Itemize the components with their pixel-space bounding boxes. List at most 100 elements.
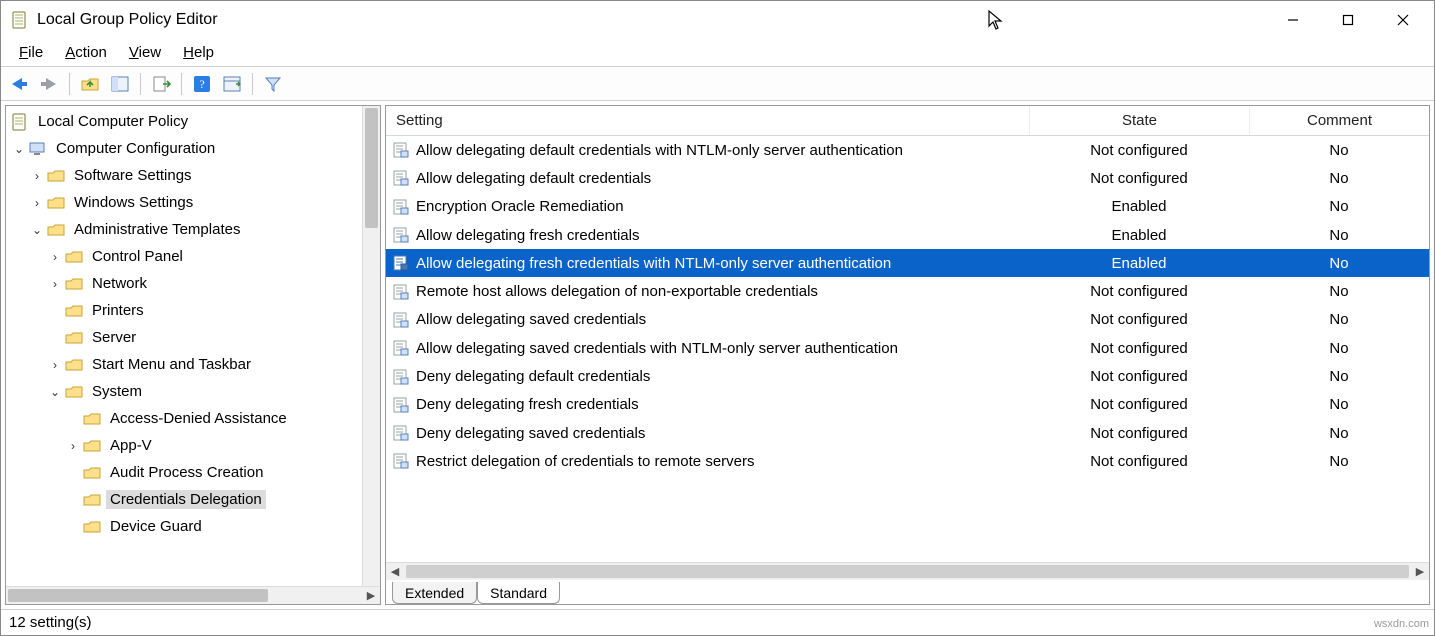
menu-action[interactable]: Action bbox=[55, 42, 117, 63]
setting-state: Not configured bbox=[1029, 283, 1249, 300]
help-button[interactable]: ? bbox=[188, 70, 216, 98]
list-row[interactable]: Allow delegating saved credentialsNot co… bbox=[386, 306, 1429, 334]
tree-label: Credentials Delegation bbox=[106, 490, 266, 509]
svg-text:?: ? bbox=[199, 77, 204, 91]
menu-file[interactable]: File bbox=[9, 42, 53, 63]
tree-label: Control Panel bbox=[88, 247, 187, 266]
tree-label: Computer Configuration bbox=[52, 139, 219, 158]
setting-comment: No bbox=[1249, 311, 1429, 328]
tree-node-computer-configuration[interactable]: ⌄ Computer Configuration bbox=[6, 135, 380, 162]
tree-node-software-settings[interactable]: › Software Settings bbox=[6, 162, 380, 189]
tree-node-server[interactable]: Server bbox=[6, 324, 380, 351]
expand-toggle[interactable]: ⌄ bbox=[10, 142, 28, 156]
tab-standard[interactable]: Standard bbox=[477, 582, 560, 604]
list-row[interactable]: Deny delegating saved credentialsNot con… bbox=[386, 419, 1429, 447]
folder-icon bbox=[46, 221, 66, 239]
nav-forward-button[interactable] bbox=[35, 70, 63, 98]
toolbar: ? bbox=[1, 67, 1434, 101]
tree-vertical-scrollbar[interactable] bbox=[362, 106, 380, 586]
tree-node-start-menu-taskbar[interactable]: › Start Menu and Taskbar bbox=[6, 351, 380, 378]
list-row[interactable]: Remote host allows delegation of non-exp… bbox=[386, 277, 1429, 305]
workspace: Local Computer Policy ⌄ Computer Configu… bbox=[1, 101, 1434, 609]
setting-name: Restrict delegation of credentials to re… bbox=[416, 453, 755, 470]
show-hide-tree-button[interactable] bbox=[106, 70, 134, 98]
minimize-button[interactable] bbox=[1265, 1, 1320, 39]
tree-view[interactable]: Local Computer Policy ⌄ Computer Configu… bbox=[6, 106, 380, 586]
tree-node-network[interactable]: › Network bbox=[6, 270, 380, 297]
setting-comment: No bbox=[1249, 368, 1429, 385]
folder-icon bbox=[64, 302, 84, 320]
tree-node-control-panel[interactable]: › Control Panel bbox=[6, 243, 380, 270]
expand-toggle[interactable]: ⌄ bbox=[28, 223, 46, 237]
tab-extended[interactable]: Extended bbox=[392, 582, 477, 604]
tree-label: Administrative Templates bbox=[70, 220, 244, 239]
close-button[interactable] bbox=[1375, 1, 1430, 39]
column-header-comment[interactable]: Comment bbox=[1249, 106, 1429, 135]
policy-root-icon bbox=[10, 113, 30, 131]
expand-toggle[interactable]: › bbox=[28, 196, 46, 210]
list-row[interactable]: Restrict delegation of credentials to re… bbox=[386, 447, 1429, 475]
setting-state: Not configured bbox=[1029, 142, 1249, 159]
list-horizontal-scrollbar[interactable]: ◀▶ bbox=[386, 562, 1429, 580]
expand-toggle[interactable]: › bbox=[46, 250, 64, 264]
setting-state: Enabled bbox=[1029, 255, 1249, 272]
menu-view[interactable]: View bbox=[119, 42, 171, 63]
menu-help[interactable]: Help bbox=[173, 42, 224, 63]
tree-label: Audit Process Creation bbox=[106, 463, 267, 482]
tree-root[interactable]: Local Computer Policy bbox=[6, 108, 380, 135]
list-row[interactable]: Encryption Oracle RemediationEnabledNo bbox=[386, 193, 1429, 221]
policy-setting-icon bbox=[392, 396, 410, 414]
tree-node-printers[interactable]: Printers bbox=[6, 297, 380, 324]
tree-node-system[interactable]: ⌄ System bbox=[6, 378, 380, 405]
folder-icon bbox=[64, 329, 84, 347]
list-row[interactable]: Allow delegating fresh credentialsEnable… bbox=[386, 221, 1429, 249]
details-view-button[interactable] bbox=[218, 70, 246, 98]
column-header-state[interactable]: State bbox=[1029, 106, 1249, 135]
tree-node-access-denied-assistance[interactable]: Access-Denied Assistance bbox=[6, 405, 380, 432]
list-row[interactable]: Allow delegating saved credentials with … bbox=[386, 334, 1429, 362]
setting-name: Allow delegating fresh credentials with … bbox=[416, 255, 891, 272]
tree-node-audit-process-creation[interactable]: Audit Process Creation bbox=[6, 459, 380, 486]
nav-back-button[interactable] bbox=[5, 70, 33, 98]
list-body[interactable]: Allow delegating default credentials wit… bbox=[386, 136, 1429, 562]
setting-name: Allow delegating default credentials bbox=[416, 170, 651, 187]
expand-toggle[interactable]: › bbox=[46, 277, 64, 291]
list-row[interactable]: Deny delegating default credentialsNot c… bbox=[386, 362, 1429, 390]
setting-name: Deny delegating default credentials bbox=[416, 368, 650, 385]
tree-label: Device Guard bbox=[106, 517, 206, 536]
tree-node-app-v[interactable]: › App-V bbox=[6, 432, 380, 459]
menubar: File Action View Help bbox=[1, 39, 1434, 67]
tree-label: Server bbox=[88, 328, 140, 347]
column-header-setting[interactable]: Setting bbox=[386, 106, 1029, 135]
expand-toggle[interactable]: › bbox=[46, 358, 64, 372]
policy-setting-icon bbox=[392, 169, 410, 187]
export-list-button[interactable] bbox=[147, 70, 175, 98]
expand-toggle[interactable]: ⌄ bbox=[46, 385, 64, 399]
list-row[interactable]: Deny delegating fresh credentialsNot con… bbox=[386, 391, 1429, 419]
status-text: 12 setting(s) bbox=[9, 614, 92, 631]
titlebar: Local Group Policy Editor bbox=[1, 1, 1434, 39]
expand-toggle[interactable]: › bbox=[28, 169, 46, 183]
expand-toggle[interactable]: › bbox=[64, 439, 82, 453]
tree-pane: Local Computer Policy ⌄ Computer Configu… bbox=[5, 105, 381, 605]
policy-setting-icon bbox=[392, 452, 410, 470]
tree-horizontal-scrollbar[interactable]: ▶ bbox=[6, 586, 380, 604]
setting-name: Deny delegating saved credentials bbox=[416, 425, 645, 442]
statusbar: 12 setting(s) bbox=[1, 609, 1434, 635]
setting-state: Not configured bbox=[1029, 396, 1249, 413]
list-row[interactable]: Allow delegating default credentials wit… bbox=[386, 136, 1429, 164]
tree-node-administrative-templates[interactable]: ⌄ Administrative Templates bbox=[6, 216, 380, 243]
tree-node-windows-settings[interactable]: › Windows Settings bbox=[6, 189, 380, 216]
tree-label: Windows Settings bbox=[70, 193, 197, 212]
list-row[interactable]: Allow delegating fresh credentials with … bbox=[386, 249, 1429, 277]
list-row[interactable]: Allow delegating default credentialsNot … bbox=[386, 164, 1429, 192]
tree-node-credentials-delegation[interactable]: Credentials Delegation bbox=[6, 486, 380, 513]
maximize-button[interactable] bbox=[1320, 1, 1375, 39]
setting-state: Enabled bbox=[1029, 227, 1249, 244]
setting-state: Not configured bbox=[1029, 311, 1249, 328]
computer-icon bbox=[28, 140, 48, 158]
folder-up-button[interactable] bbox=[76, 70, 104, 98]
tree-node-device-guard[interactable]: Device Guard bbox=[6, 513, 380, 540]
filter-button[interactable] bbox=[259, 70, 287, 98]
setting-comment: No bbox=[1249, 396, 1429, 413]
